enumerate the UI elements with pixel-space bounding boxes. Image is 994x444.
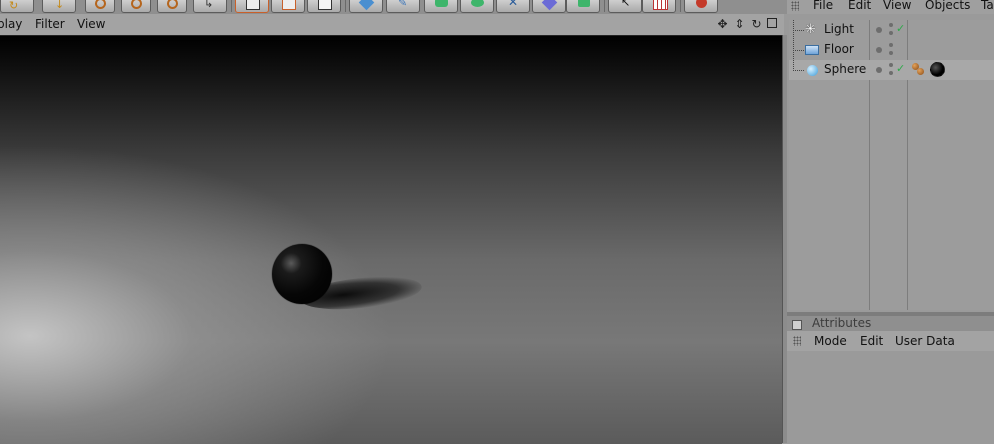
undo-button[interactable]: ↻	[0, 0, 34, 13]
z-axis-icon	[167, 0, 178, 9]
3d-viewport[interactable]	[0, 35, 782, 444]
viewport-menu-view[interactable]: View	[77, 17, 105, 31]
camera-icon	[578, 0, 590, 7]
picture-viewer-icon	[318, 0, 332, 10]
move-view-icon[interactable]: ✥	[716, 18, 729, 31]
move-tool-button[interactable]: ↓	[42, 0, 76, 13]
attr-menu-user-data[interactable]: User Data	[895, 334, 955, 348]
deformer-button[interactable]: ✕	[496, 0, 530, 13]
om-menu-file[interactable]: File	[813, 0, 833, 12]
object-row-light[interactable]: ✳ Light ✓	[789, 20, 994, 40]
grid-icon	[653, 0, 668, 10]
drag-grip-icon[interactable]	[793, 336, 801, 346]
material-tag-icon[interactable]	[930, 62, 945, 77]
dolly-view-icon[interactable]: ⇕	[733, 18, 746, 31]
om-menu-tags[interactable]: Ta	[981, 0, 994, 12]
x-axis-icon	[95, 0, 106, 9]
render-region-icon	[282, 0, 296, 10]
editor-dot[interactable]	[889, 31, 893, 35]
render-picture-viewer-button[interactable]	[307, 0, 341, 13]
object-row-sphere[interactable]: Sphere ✓	[789, 50, 994, 80]
object-row-floor[interactable]: Floor	[789, 30, 994, 60]
attributes-checkbox[interactable]	[792, 320, 802, 330]
cube-button[interactable]	[349, 0, 383, 13]
visibility-dot[interactable]	[876, 67, 882, 73]
cursor-icon: ↖	[621, 0, 631, 9]
viewport-menu-filter[interactable]: Filter	[35, 17, 65, 31]
viewport-menu-display[interactable]: play	[0, 17, 22, 31]
render-view-button[interactable]	[235, 0, 269, 13]
render-dot[interactable]	[889, 23, 893, 27]
maximize-view-icon[interactable]	[767, 18, 777, 28]
visibility-dot[interactable]	[876, 47, 882, 53]
nurbs-button[interactable]	[424, 0, 458, 13]
attributes-body	[787, 351, 994, 443]
undo-icon: ↻	[9, 0, 19, 12]
object-name[interactable]: Floor	[824, 42, 854, 56]
deformer-icon: ✕	[508, 0, 519, 9]
rotate-view-icon[interactable]: ↻	[750, 18, 763, 31]
sphere-icon	[807, 65, 818, 76]
environment-icon	[541, 0, 558, 11]
render-dot[interactable]	[889, 63, 893, 67]
object-manager-menubar: File Edit View Objects Ta	[787, 0, 994, 14]
attributes-title: Attributes	[812, 316, 872, 330]
nurbs-icon	[435, 0, 448, 7]
scene-button[interactable]	[532, 0, 566, 13]
texture-tag-icon[interactable]	[917, 68, 924, 75]
object-name[interactable]: Sphere	[824, 62, 866, 76]
render-dot[interactable]	[889, 43, 893, 47]
om-menu-objects[interactable]: Objects	[925, 0, 970, 12]
om-menu-edit[interactable]: Edit	[848, 0, 871, 12]
drag-grip-icon[interactable]	[791, 1, 799, 11]
cube-icon	[358, 0, 375, 11]
om-menu-view[interactable]: View	[883, 0, 911, 12]
lock-x-button[interactable]	[85, 0, 115, 13]
lock-z-button[interactable]	[157, 0, 187, 13]
sphere-render[interactable]	[272, 244, 332, 304]
enabled-check-icon[interactable]: ✓	[896, 62, 905, 75]
attr-menu-edit[interactable]: Edit	[860, 334, 883, 348]
editor-dot[interactable]	[889, 71, 893, 75]
coordinate-system-button[interactable]: ↳	[193, 0, 227, 13]
select-button[interactable]: ↖	[608, 0, 642, 13]
enabled-check-icon[interactable]: ✓	[896, 22, 905, 35]
camera-button[interactable]	[566, 0, 600, 13]
move-arrow-icon: ↓	[55, 0, 65, 11]
tree-line	[793, 50, 804, 71]
lock-y-button[interactable]	[121, 0, 151, 13]
attributes-menubar: Mode Edit User Data	[787, 331, 994, 351]
array-button[interactable]	[460, 0, 494, 13]
attr-menu-mode[interactable]: Mode	[814, 334, 847, 348]
spline-pen-button[interactable]: ✎	[386, 0, 420, 13]
render-region-button[interactable]	[271, 0, 305, 13]
viewport-menubar: play Filter View ✥ ⇕ ↻	[0, 14, 784, 35]
grid-button[interactable]	[642, 0, 676, 13]
editor-dot[interactable]	[889, 51, 893, 55]
array-icon	[471, 0, 484, 7]
light-icon: ✳	[805, 22, 816, 37]
floor-icon	[805, 45, 819, 55]
coordinate-arrow-icon: ↳	[204, 0, 214, 10]
tree-line	[793, 30, 804, 51]
visibility-dot[interactable]	[876, 27, 882, 33]
help-button[interactable]	[684, 0, 718, 13]
clapboard-icon	[246, 0, 260, 10]
y-axis-icon	[131, 0, 142, 9]
lifebuoy-icon	[696, 0, 707, 8]
object-name[interactable]: Light	[824, 22, 854, 36]
pen-icon: ✎	[398, 0, 408, 9]
